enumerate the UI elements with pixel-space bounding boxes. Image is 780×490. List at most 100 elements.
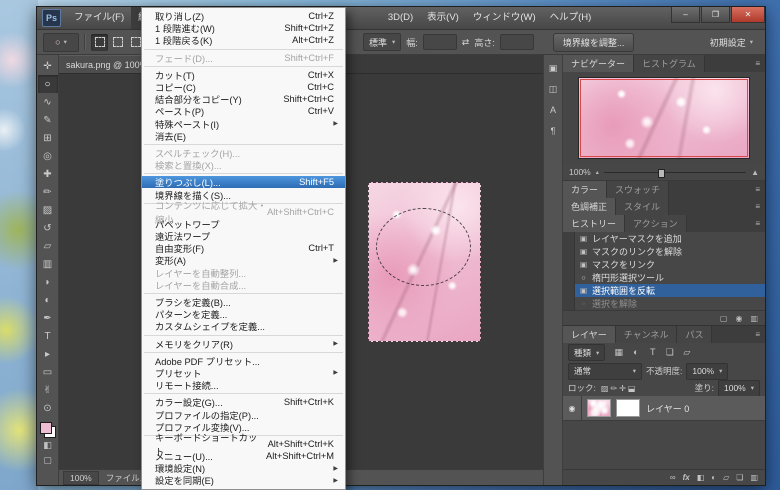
smart-object-filter-icon[interactable]: ▱: [680, 347, 693, 358]
color-swatches[interactable]: [39, 422, 56, 438]
shape-layer-filter-icon[interactable]: ❏: [663, 347, 676, 358]
history-brush-source-well[interactable]: [563, 244, 575, 259]
new-selection-button[interactable]: [91, 33, 108, 51]
panel-tab[interactable]: カラー: [563, 181, 608, 198]
menubar-item[interactable]: ヘルプ(H): [543, 7, 599, 29]
layer-mask-thumbnail[interactable]: [616, 399, 640, 417]
swap-dimensions-icon[interactable]: ⇄: [462, 37, 470, 48]
adjustment-layer-filter-icon[interactable]: ◐: [629, 347, 642, 358]
menubar-item[interactable]: ファイル(F): [67, 7, 131, 29]
blend-mode-dropdown[interactable]: 通常 ▾: [568, 362, 642, 380]
panel-tab[interactable]: ヒストリー: [563, 215, 626, 232]
panel-menu-icon[interactable]: ≡: [750, 198, 765, 215]
refine-edge-button[interactable]: 境界線を調整...: [552, 32, 635, 52]
lock-all-icon[interactable]: ⬓: [628, 384, 636, 393]
edit-menu-item[interactable]: メモリをクリア(R) ▶: [142, 338, 345, 350]
lock-image-pixels-icon[interactable]: ✏: [610, 384, 617, 393]
quick-mask-button[interactable]: ◧: [38, 438, 58, 453]
panel-tab[interactable]: スウォッチ: [607, 181, 670, 198]
layer-filter-dropdown[interactable]: 種類 ▾: [568, 344, 606, 361]
foreground-color-swatch[interactable]: [39, 422, 52, 434]
link-layers-icon[interactable]: ∞: [670, 473, 676, 482]
layer-visibility-toggle[interactable]: ◉: [563, 396, 582, 420]
marquee-tool[interactable]: ○: [37, 75, 58, 93]
zoom-level-field[interactable]: 100%: [63, 470, 99, 485]
panel-tab[interactable]: ヒストグラム: [634, 55, 705, 72]
panel-tab[interactable]: ナビゲーター: [563, 55, 635, 72]
style-dropdown[interactable]: 標準 ▾: [363, 33, 402, 51]
navigator-zoom-value[interactable]: 100%: [569, 167, 591, 177]
height-input[interactable]: [499, 34, 534, 50]
panel-menu-icon[interactable]: ≡: [750, 215, 765, 232]
edit-menu-item[interactable]: リモート接続...: [142, 379, 345, 391]
panel-tab[interactable]: パス: [677, 326, 713, 343]
brush-tool[interactable]: ✏: [38, 183, 58, 201]
type-tool[interactable]: T: [38, 327, 58, 345]
pen-tool[interactable]: ✒: [38, 309, 58, 327]
fill-dropdown[interactable]: 100% ▾: [717, 379, 760, 397]
new-snapshot-icon[interactable]: ◉: [735, 314, 742, 323]
history-state-row[interactable]: ▣ マスクのリンクを解除: [563, 244, 765, 259]
edit-menu-item[interactable]: 消去(E): [142, 130, 345, 142]
maximize-button[interactable]: ❐: [701, 7, 730, 23]
history-state-row[interactable]: ▣ レイヤーマスクを追加: [563, 231, 765, 246]
layer-mask-icon[interactable]: ◧: [697, 473, 705, 482]
move-tool[interactable]: ✛: [38, 57, 58, 75]
navigator-view-box[interactable]: [580, 79, 748, 157]
history-state-row[interactable]: ▣ 選択範囲を反転: [563, 283, 765, 298]
crop-tool[interactable]: ⊞: [38, 129, 58, 147]
close-button[interactable]: ✕: [731, 7, 765, 23]
history-brush-source-well[interactable]: [563, 257, 575, 272]
new-document-from-state-icon[interactable]: ▢: [720, 314, 728, 323]
panel-tab[interactable]: レイヤー: [563, 326, 616, 343]
hand-tool[interactable]: ✌: [38, 381, 58, 399]
shape-tool[interactable]: ▭: [38, 363, 58, 381]
screen-mode-button[interactable]: ▢: [38, 453, 58, 468]
type-layer-filter-icon[interactable]: T: [646, 347, 659, 358]
history-brush-tool[interactable]: ↺: [38, 219, 58, 237]
history-brush-source-well[interactable]: [563, 296, 575, 311]
character-panel-icon[interactable]: A: [546, 103, 561, 117]
clone-stamp-tool[interactable]: ▨: [38, 201, 58, 219]
panel-tab[interactable]: アクション: [625, 215, 687, 232]
history-brush-source-well[interactable]: [563, 270, 575, 285]
edit-menu-item[interactable]: カスタムシェイプを定義...: [142, 320, 345, 332]
navigator-thumbnail[interactable]: [578, 77, 750, 159]
opacity-dropdown[interactable]: 100% ▾: [686, 362, 729, 380]
history-state-row[interactable]: ▫ 選択を解除: [563, 296, 765, 311]
add-to-selection-button[interactable]: [109, 34, 126, 51]
tool-preset-picker[interactable]: ○ ▾: [43, 32, 79, 52]
layer-thumbnail[interactable]: [587, 399, 611, 417]
dodge-tool[interactable]: ◐: [38, 291, 58, 309]
layer-group-icon[interactable]: ▱: [723, 473, 729, 482]
quick-selection-tool[interactable]: ✎: [38, 111, 58, 129]
zoom-tool[interactable]: ⊙: [38, 399, 58, 417]
history-brush-source-well[interactable]: [563, 283, 575, 298]
menubar-item[interactable]: ウィンドウ(W): [466, 7, 543, 29]
minimize-button[interactable]: –: [671, 7, 700, 23]
layer-row[interactable]: ◉ レイヤー 0: [563, 396, 765, 421]
edit-menu-item[interactable]: 検索と置換(X)...: [142, 159, 345, 171]
panel-tab[interactable]: スタイル: [616, 198, 670, 215]
edit-menu-item[interactable]: レイヤーを自動合成...: [142, 279, 345, 291]
panel-menu-icon[interactable]: ≡: [750, 326, 765, 343]
lock-position-icon[interactable]: ✛: [619, 384, 626, 393]
panel-menu-icon[interactable]: ≡: [750, 55, 765, 72]
eyedropper-tool[interactable]: ◎: [38, 147, 58, 165]
workspace-switcher[interactable]: 初期設定 ▾: [710, 36, 753, 49]
history-brush-source-well[interactable]: [563, 231, 575, 246]
navigator-zoom-slider[interactable]: [603, 168, 747, 178]
layer-name[interactable]: レイヤー 0: [646, 402, 689, 415]
edit-menu-item[interactable]: 設定を同期(E) ▶: [142, 474, 345, 486]
lock-transparent-pixels-icon[interactable]: ▨: [601, 384, 609, 393]
history-state-row[interactable]: ○ 楕円形選択ツール: [563, 270, 765, 285]
history-state-row[interactable]: ▣ マスクをリンク: [563, 257, 765, 272]
layer-effects-icon[interactable]: fx: [683, 473, 690, 482]
brush-presets-panel-icon[interactable]: ◫: [546, 82, 561, 96]
new-layer-icon[interactable]: ❏: [736, 473, 743, 482]
slider-handle[interactable]: [657, 168, 665, 178]
adjustment-layer-icon[interactable]: ◐: [711, 473, 716, 482]
panel-tab[interactable]: チャンネル: [615, 326, 678, 343]
zoom-out-icon[interactable]: ▴: [596, 169, 599, 176]
width-input[interactable]: [422, 34, 457, 50]
